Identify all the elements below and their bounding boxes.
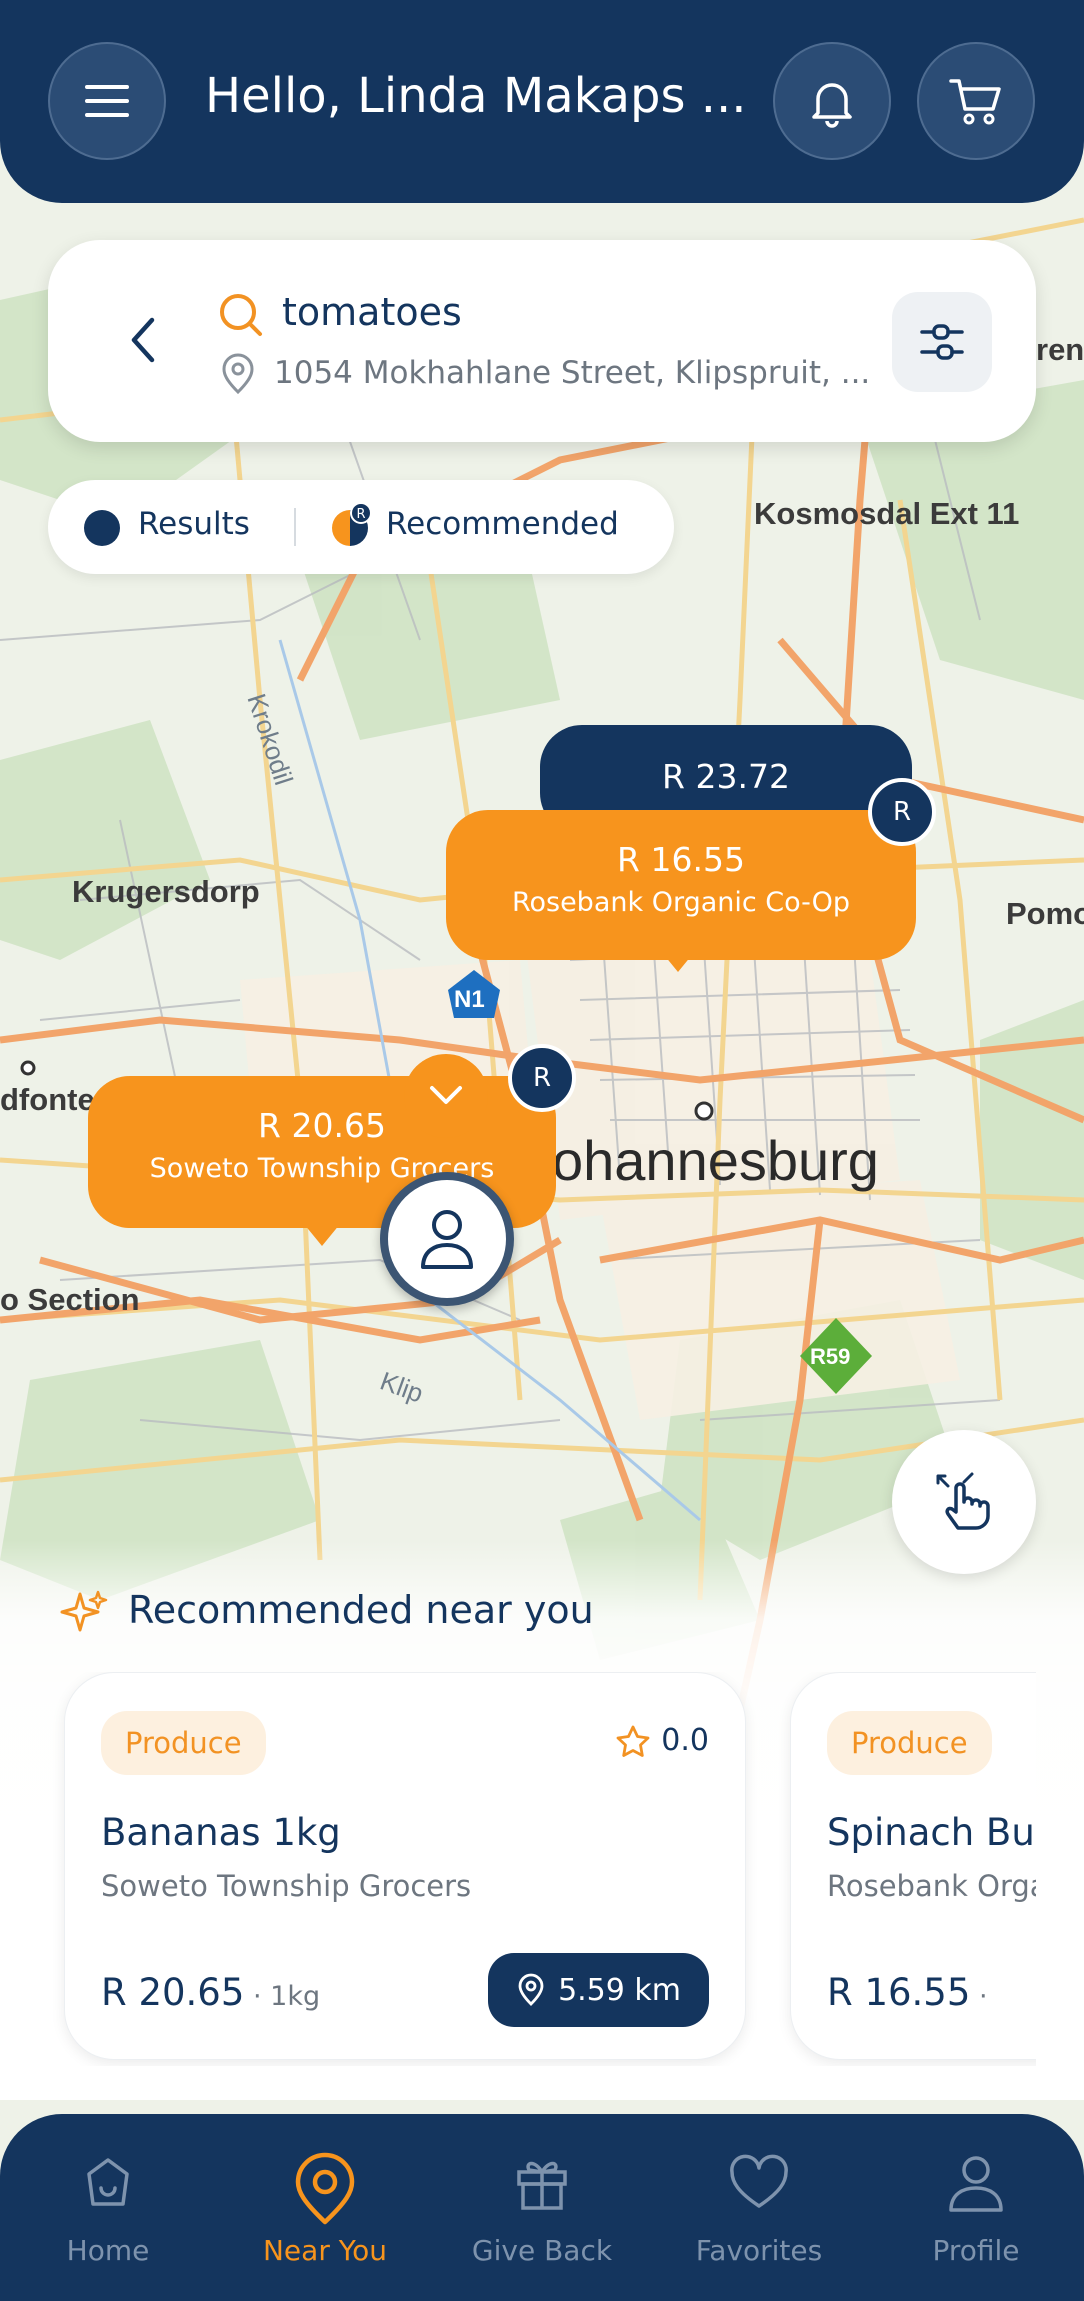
distance-button[interactable]: 5.59 km (488, 1953, 709, 2027)
map-label-edge: ren (1036, 332, 1084, 367)
pin-pointer (660, 950, 696, 972)
location-pin-icon (295, 2152, 355, 2225)
greeting-text: Hello, Linda Makaps ... (205, 68, 747, 124)
nav-label: Home (66, 2234, 150, 2267)
gesture-mode-button[interactable] (892, 1430, 1036, 1574)
nav-label: Give Back (471, 2234, 613, 2267)
location-pin-icon (518, 1973, 544, 2006)
map-label-kosmosdal: Kosmosdal Ext 11 (754, 496, 1020, 531)
hand-gesture-icon (936, 1472, 990, 1530)
nav-item-home[interactable]: Home (0, 2114, 216, 2301)
pin-price: R 23.72 (662, 757, 790, 796)
cart-icon (949, 79, 1001, 125)
app-header: Hello, Linda Makaps ... (0, 0, 1084, 203)
sliders-icon (920, 324, 964, 360)
bottom-navigation: Home Near You Give Back Favorites Profil… (0, 2114, 1084, 2301)
product-name: Spinach Bunch (827, 1811, 1036, 1854)
nav-item-profile[interactable]: Profile (868, 2114, 1084, 2301)
legend-divider (294, 508, 296, 546)
map-label-johannesburg: ohannesburg (552, 1129, 879, 1192)
nav-item-near-you[interactable]: Near You (217, 2114, 433, 2301)
category-tag: Produce (101, 1711, 266, 1775)
pin-pointer (304, 1224, 340, 1246)
results-dot (84, 510, 120, 546)
pin-store-name: Rosebank Organic Co-Op (511, 887, 851, 918)
bell-icon (812, 83, 852, 128)
distance-value: 5.59 km (558, 1972, 681, 2008)
category-tag: Produce (827, 1711, 992, 1775)
price-value: R 16.55 (827, 1971, 971, 2014)
nav-label: Profile (932, 2234, 1020, 2267)
route-label-r59: R59 (810, 1344, 851, 1369)
cart-button[interactable] (917, 42, 1035, 160)
home-icon (87, 2158, 129, 2206)
gift-icon (517, 2161, 567, 2210)
legend-recommended-label: Recommended (386, 506, 619, 542)
pin-price: R 20.65 (258, 1106, 386, 1145)
map-label-roodepoort: dfonte (0, 1082, 95, 1117)
map-legend: Results R Recommended (48, 480, 674, 574)
pin-store-name: Soweto Township Grocers (149, 1153, 495, 1184)
back-button[interactable] (112, 300, 172, 380)
notifications-button[interactable] (773, 42, 891, 160)
legend-results-label: Results (138, 506, 250, 542)
recommended-dot-badge: R (350, 502, 372, 524)
store-name: Rosebank Organic Co-Op (827, 1869, 1036, 1903)
recommended-badge: R (868, 778, 936, 846)
recommended-section-title: Recommended near you (128, 1588, 594, 1632)
person-icon (949, 2156, 1003, 2212)
star-icon (616, 1725, 650, 1757)
price-unit: · 1kg (244, 1981, 321, 2012)
product-card[interactable]: Produce Spinach Bunch Rosebank Organic C… (790, 1672, 1036, 2060)
price-unit: · (970, 1981, 988, 2012)
product-price: R 20.65 · 1kg (101, 1971, 320, 2014)
filter-button[interactable] (892, 292, 992, 392)
collapse-pin-button[interactable] (404, 1054, 488, 1138)
nav-item-give-back[interactable]: Give Back (434, 2114, 650, 2301)
location-pin-icon (222, 353, 254, 395)
rating-value: 0.0 (661, 1723, 709, 1758)
search-card (48, 240, 1036, 442)
pin-price: R 16.55 (617, 840, 745, 879)
route-label-n1: N1 (454, 986, 485, 1013)
search-icon (220, 294, 262, 336)
map-label-section: o Section (0, 1282, 140, 1317)
product-card[interactable]: Produce 0.0 Bananas 1kg Soweto Township … (64, 1672, 746, 2060)
menu-icon (85, 85, 129, 117)
product-price: R 16.55 · (827, 1971, 988, 2014)
nav-item-favorites[interactable]: Favorites (651, 2114, 867, 2301)
store-name: Soweto Township Grocers (101, 1869, 472, 1903)
chevron-down-icon (430, 1086, 462, 1104)
price-value: R 20.65 (101, 1971, 245, 2014)
rating: 0.0 (615, 1723, 709, 1758)
search-input[interactable]: tomatoes (282, 290, 462, 334)
map-label-krugersdorp: Krugersdorp (72, 874, 260, 909)
person-icon (421, 1210, 473, 1269)
sparkle-icon (60, 1590, 108, 1632)
map-price-pin-rosebank[interactable]: R 16.55 Rosebank Organic Co-Op (446, 810, 916, 960)
search-address[interactable]: 1054 Mokhahlane Street, Klipspruit, ... (274, 355, 870, 391)
product-name: Bananas 1kg (101, 1811, 341, 1854)
chevron-left-icon (131, 317, 155, 363)
nav-label: Favorites (695, 2234, 823, 2267)
menu-button[interactable] (48, 42, 166, 160)
user-location-marker[interactable] (380, 1172, 514, 1306)
map-label-pomona: Pomo (1006, 896, 1084, 931)
nav-label: Near You (262, 2234, 387, 2267)
recommended-badge: R (508, 1044, 576, 1112)
recommended-carousel[interactable]: Produce 0.0 Bananas 1kg Soweto Township … (0, 1672, 1036, 2066)
heart-icon (730, 2154, 788, 2208)
